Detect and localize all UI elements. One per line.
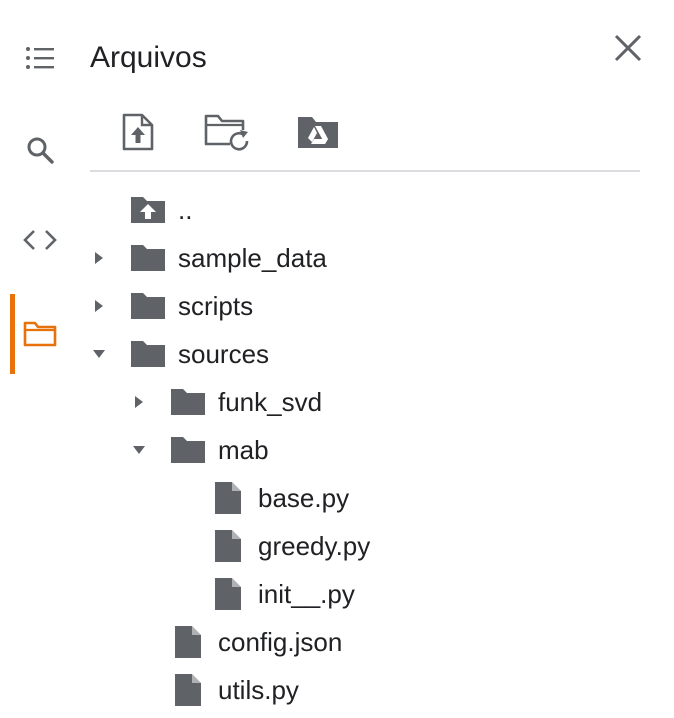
caret-down-icon[interactable] [88, 343, 110, 365]
parent-folder-icon [128, 190, 168, 230]
file-icon [168, 670, 208, 710]
caret-right-icon[interactable] [88, 247, 110, 269]
refresh-button[interactable] [200, 106, 252, 158]
tree-item-label: mab [218, 435, 269, 465]
file-icon [208, 526, 248, 566]
folder-icon [128, 238, 168, 278]
folder-icon [128, 286, 168, 326]
tree-item-parent[interactable]: .. [88, 186, 648, 234]
upload-button[interactable] [112, 106, 164, 158]
code-snippets-button[interactable] [14, 214, 66, 266]
tree-item-label: greedy.py [258, 531, 371, 561]
tree-item-label: init__.py [258, 579, 355, 609]
mount-drive-icon [298, 117, 338, 148]
close-icon [614, 34, 642, 62]
search-icon [27, 137, 54, 164]
tree-item-label: funk_svd [218, 387, 323, 417]
folder-icon [128, 334, 168, 374]
files-button[interactable] [14, 308, 66, 360]
file-icon [208, 574, 248, 614]
tree-item-label: utils.py [218, 675, 299, 705]
panel-title: Arquivos [90, 41, 207, 74]
table-of-contents-button[interactable] [14, 32, 66, 84]
tree-item-scripts[interactable]: scripts [88, 282, 648, 330]
folder-icon [23, 321, 57, 347]
sidebar-rail [0, 0, 78, 718]
caret-right-icon[interactable] [128, 391, 150, 413]
tree-item-init-py[interactable]: init__.py [168, 570, 648, 618]
tree-item-label: base.py [258, 483, 350, 513]
tree-item-mab[interactable]: mab [128, 426, 648, 474]
tree-item-base-py[interactable]: base.py [168, 474, 648, 522]
upload-file-icon [122, 113, 154, 151]
caret-right-icon[interactable] [88, 295, 110, 317]
folder-icon [168, 382, 208, 422]
tree-item-label: sample_data [178, 243, 327, 273]
tree-item-label: config.json [218, 627, 343, 657]
list-icon [26, 47, 54, 69]
tree-item-funk-svd[interactable]: funk_svd [128, 378, 648, 426]
tree-item-label: .. [178, 195, 193, 225]
tree-item-sample-data[interactable]: sample_data [88, 234, 648, 282]
search-button[interactable] [14, 124, 66, 176]
mount-drive-button[interactable] [292, 106, 344, 158]
tree-item-greedy-py[interactable]: greedy.py [168, 522, 648, 570]
folder-icon [168, 430, 208, 470]
tree-item-label: sources [178, 339, 270, 369]
caret-down-icon[interactable] [128, 439, 150, 461]
tree-item-label: scripts [178, 291, 254, 321]
tree-item-config-json[interactable]: config.json [128, 618, 648, 666]
code-icon [23, 230, 57, 250]
tree-item-sources[interactable]: sources [88, 330, 648, 378]
refresh-folder-icon [204, 114, 249, 151]
tree-item-utils-py[interactable]: utils.py [128, 666, 648, 714]
file-icon [168, 622, 208, 662]
file-icon [208, 478, 248, 518]
toolbar-divider [90, 170, 640, 172]
close-button[interactable] [606, 26, 650, 70]
